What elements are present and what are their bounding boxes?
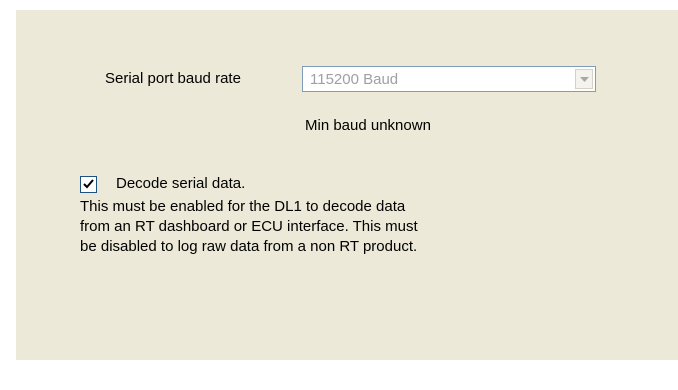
decode-serial-checkbox[interactable] bbox=[80, 176, 97, 193]
decode-serial-label[interactable]: Decode serial data. bbox=[116, 175, 245, 193]
baud-rate-label: Serial port baud rate bbox=[105, 70, 241, 87]
description-line: be disabled to log raw data from a non R… bbox=[80, 238, 418, 255]
description-line: This must be enabled for the DL1 to deco… bbox=[80, 198, 406, 215]
decode-description: This must be enabled for the DL1 to deco… bbox=[80, 197, 600, 257]
baud-rate-dropdown[interactable]: 115200 Baud bbox=[302, 66, 596, 92]
baud-rate-value: 115200 Baud bbox=[310, 71, 399, 88]
baud-rate-dropdown-button[interactable] bbox=[575, 69, 593, 89]
checkmark-icon bbox=[83, 179, 94, 189]
description-line: from an RT dashboard or ECU interface. T… bbox=[80, 218, 418, 235]
min-baud-status: Min baud unknown bbox=[305, 117, 431, 134]
chevron-down-icon bbox=[580, 77, 589, 82]
